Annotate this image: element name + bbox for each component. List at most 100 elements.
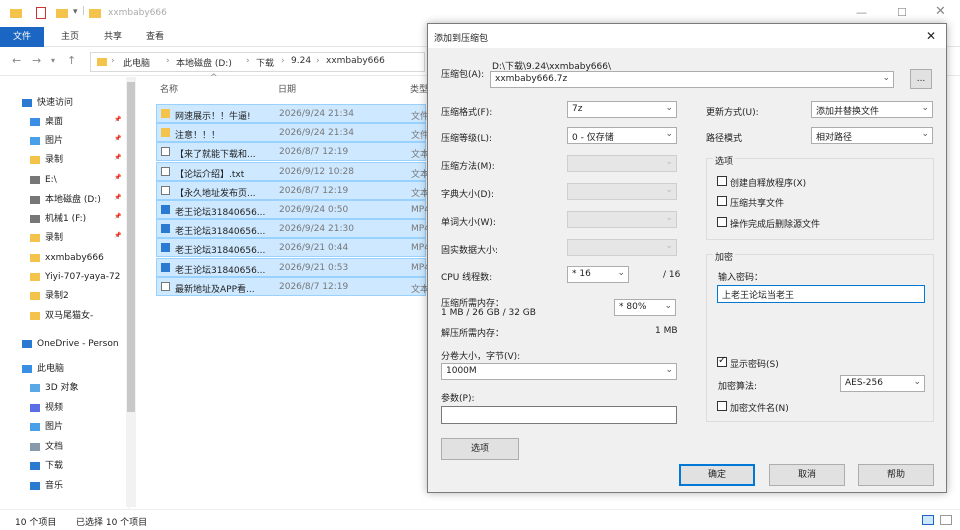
show-password-checkbox[interactable]: ✓ [717, 355, 727, 367]
field-combo[interactable]: ⌄ [567, 239, 677, 256]
browse-button[interactable]: ... [910, 69, 932, 89]
sidebar-item[interactable]: xxmbaby666 [30, 249, 135, 267]
file-row[interactable]: 老王论坛31840656... 2026/9/24 21:30 MP4 [156, 219, 430, 239]
folder-icon [161, 128, 170, 138]
parameters-input[interactable] [441, 406, 677, 424]
path-mode-label: 路径模式 [706, 134, 743, 144]
breadcrumb-date-folder[interactable]: 9.24 [291, 56, 311, 66]
encryption-method-combo[interactable]: AES-256 ⌄ [840, 375, 925, 392]
sidebar-item[interactable]: 音乐 [30, 477, 135, 495]
new-folder-icon[interactable] [56, 9, 68, 18]
option-checkbox[interactable] [717, 176, 727, 186]
tiles-view-icon[interactable] [940, 515, 952, 525]
sidebar-item-label: 录制 [45, 155, 64, 165]
music-icon [30, 481, 40, 490]
sidebar-item-label: OneDrive - Person [37, 339, 119, 349]
sidebar-item[interactable]: 双马尾猫女- [30, 307, 135, 325]
file-date: 2026/9/21 0:44 [279, 243, 349, 254]
close-icon[interactable]: ✕ [935, 4, 946, 19]
archive-name-combo[interactable]: xxmbaby666.7z ⌄ [490, 71, 894, 88]
field-combo[interactable]: ⌄ [567, 183, 677, 200]
breadcrumb-current[interactable]: xxmbaby666 [326, 56, 385, 66]
file-name: 老王论坛31840656... [175, 246, 266, 257]
column-header-date[interactable]: 日期 [278, 82, 296, 95]
maximize-icon[interactable]: ☐ [897, 6, 907, 19]
file-row[interactable]: 注意！！！ 2026/9/24 21:34 文件 [156, 123, 429, 143]
file-row[interactable]: 【永久地址发布页... 2026/8/7 12:19 文本 [156, 180, 429, 200]
recent-dropdown-icon[interactable]: ▾ [51, 56, 55, 65]
tab-file[interactable]: 文件 [0, 27, 44, 47]
file-row[interactable]: 【论坛介绍】.txt 2026/9/12 10:28 文本 [156, 161, 429, 181]
password-input[interactable]: 上老王论坛当老王 [717, 285, 925, 303]
memory-usage-value: * 80% [619, 302, 647, 312]
up-arrow-icon[interactable]: ↑ [67, 54, 76, 67]
breadcrumb-download[interactable]: 下载 [256, 56, 274, 69]
sidebar-item-label: 图片 [45, 422, 64, 432]
sidebar-item[interactable]: 录制2 [30, 287, 135, 305]
file-date: 2026/8/7 12:19 [279, 281, 349, 292]
split-size-combo[interactable]: 1000M ⌄ [441, 363, 677, 380]
file-row[interactable]: 老王论坛31840656... 2026/9/24 0:50 MP4 [156, 200, 430, 219]
split-size-label: 分卷大小，字节(V): [441, 352, 521, 362]
options-button[interactable]: 选项 [441, 438, 519, 460]
tab-view[interactable]: 查看 [146, 27, 164, 47]
option-checkbox[interactable] [717, 196, 727, 206]
quick-access-dropdown-icon[interactable]: ▾ [73, 7, 78, 17]
file-row[interactable]: 老王论坛31840656... 2026/9/21 0:44 MP4 [156, 238, 430, 258]
help-button[interactable]: 帮助 [858, 464, 934, 486]
file-row[interactable]: 网速展示！！牛逼! 2026/9/24 21:34 文件 [156, 104, 429, 123]
tab-share[interactable]: 共享 [104, 27, 122, 47]
cpu-threads-combo[interactable]: * 16 ⌄ [567, 266, 629, 283]
folder-icon [30, 233, 40, 242]
ok-button[interactable]: 确定 [679, 464, 755, 486]
sidebar-item[interactable]: 3D 对象 [30, 379, 135, 397]
sidebar-item[interactable]: 文档 [30, 438, 135, 456]
encrypt-filenames-checkbox[interactable] [717, 401, 727, 411]
sidebar-scrollbar-thumb[interactable] [127, 82, 135, 412]
sidebar-item[interactable]: 下载 [30, 457, 135, 475]
breadcrumb-this-pc[interactable]: 此电脑 [123, 56, 150, 69]
file-row[interactable]: 【来了就能下载和... 2026/8/7 12:19 文本 [156, 142, 429, 162]
field-combo[interactable]: 7z ⌄ [567, 101, 677, 118]
cancel-button[interactable]: 取消 [769, 464, 845, 486]
path-mode-combo[interactable]: 相对路径 ⌄ [811, 127, 933, 144]
sidebar-item[interactable]: 此电脑 [22, 360, 127, 378]
file-date: 2026/9/24 21:30 [279, 224, 354, 235]
field-combo[interactable]: ⌄ [567, 155, 677, 172]
file-row[interactable]: 最新地址及APP看... 2026/8/7 12:19 文本 [156, 276, 429, 296]
column-header-name[interactable]: 名称 [160, 82, 178, 95]
chevron-down-icon: ⌄ [665, 103, 673, 113]
option-checkbox[interactable] [717, 217, 727, 227]
text-file-icon [161, 147, 170, 157]
tab-home[interactable]: 主页 [61, 27, 79, 47]
sidebar-item[interactable]: 图片 [30, 418, 135, 436]
breadcrumb-drive[interactable]: 本地磁盘 (D:) [176, 56, 232, 69]
folder-icon [30, 272, 40, 281]
minimize-icon[interactable]: — [856, 6, 867, 19]
update-mode-combo[interactable]: 添加并替换文件 ⌄ [811, 101, 933, 118]
sidebar-item[interactable]: 视频 [30, 399, 135, 417]
drive-icon [30, 175, 40, 184]
back-arrow-icon[interactable]: ← [12, 54, 21, 67]
sidebar-item[interactable]: Yiyi-707-yaya-72 [30, 268, 135, 286]
text-file-icon [161, 166, 170, 176]
sidebar-item-label: 录制 [45, 233, 64, 243]
address-bar[interactable]: › 此电脑 › 本地磁盘 (D:) › 下载 › 9.24 › xxmbaby6… [90, 52, 425, 72]
field-combo[interactable]: 0 - 仅存储 ⌄ [567, 127, 677, 144]
sidebar-item[interactable]: 快速访问 [22, 94, 127, 112]
details-view-icon[interactable] [922, 515, 934, 525]
column-header-type[interactable]: 类型 [410, 82, 428, 95]
chevron-down-icon: ⌄ [665, 185, 673, 195]
file-date: 2026/9/21 0:53 [279, 262, 349, 273]
video-file-icon [161, 262, 170, 272]
file-row[interactable]: 老王论坛31840656... 2026/9/21 0:53 MP4 [156, 257, 430, 277]
memory-usage-combo[interactable]: * 80% ⌄ [614, 299, 676, 316]
update-mode-value: 添加并替换文件 [816, 107, 880, 117]
pin-icon: 📌 [114, 135, 122, 142]
sidebar-item[interactable]: OneDrive - Person [22, 335, 127, 353]
field-combo[interactable]: ⌄ [567, 211, 677, 228]
dialog-close-icon[interactable]: ✕ [926, 29, 936, 43]
properties-icon[interactable] [36, 7, 46, 19]
pin-icon: 📌 [114, 174, 122, 181]
forward-arrow-icon[interactable]: → [32, 54, 41, 67]
